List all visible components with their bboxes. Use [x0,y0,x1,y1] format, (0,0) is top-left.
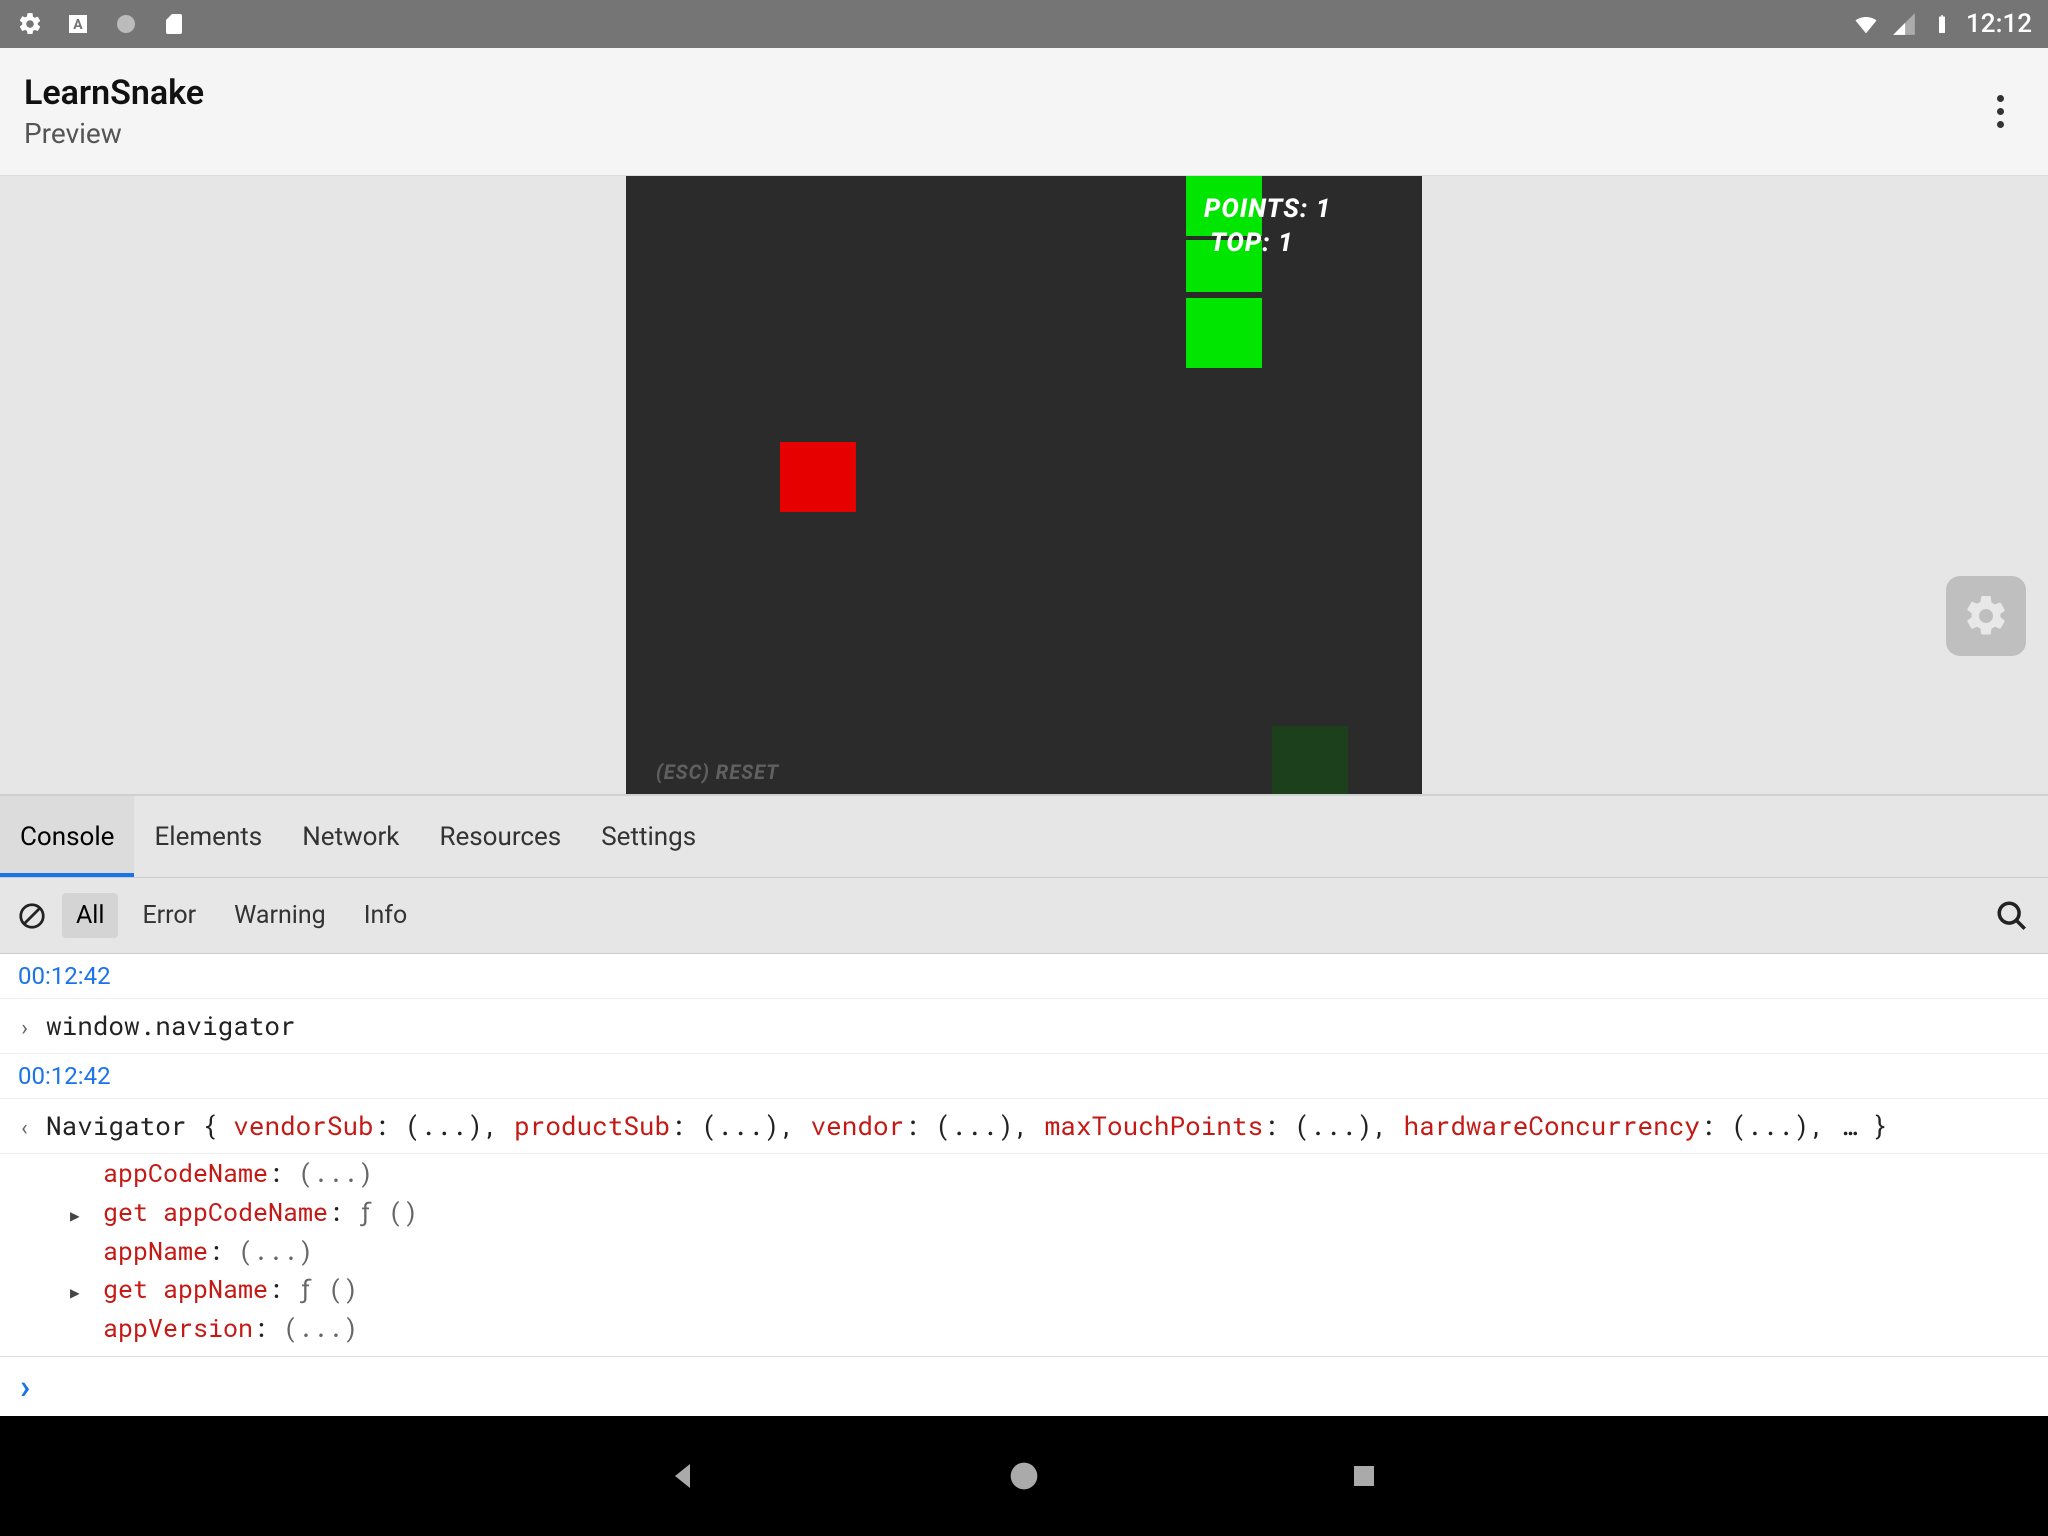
devtools-tabbar: Console Elements Network Resources Setti… [0,794,2048,878]
expand-caret-icon[interactable]: › [18,1012,36,1041]
app-header: LearnSnake Preview [0,48,2048,176]
object-properties[interactable]: appCodeName: (...)▶ get appCodeName: ƒ (… [0,1154,2048,1356]
search-button[interactable] [1988,892,2036,940]
home-button[interactable] [1004,1456,1044,1496]
log-timestamp: 00:12:42 [0,954,2048,999]
faded-block [1272,726,1348,794]
letter-a-icon: A [64,10,92,38]
console-filter-bar: All Error Warning Info [0,878,2048,954]
battery-icon [1928,10,1956,38]
filter-info[interactable]: Info [350,893,422,938]
tab-elements[interactable]: Elements [134,796,282,877]
filter-warning[interactable]: Warning [220,893,340,938]
android-nav-bar [0,1416,2048,1536]
sd-card-icon [160,10,188,38]
filter-all[interactable]: All [62,893,118,938]
tab-network[interactable]: Network [282,796,419,877]
navigator-summary: Navigator { vendorSub: (...), productSub… [46,1109,1887,1143]
points-label: POINTS: 1 [1204,194,1331,224]
reset-hint: (ESC) RESET [656,760,779,784]
wifi-icon [1852,10,1880,38]
tab-settings[interactable]: Settings [581,796,716,877]
app-subtitle: Preview [24,117,204,150]
status-time: 12:12 [1966,9,2032,39]
back-button[interactable] [664,1456,704,1496]
clear-console-button[interactable] [12,896,52,936]
tab-resources[interactable]: Resources [419,796,581,877]
log-output-row[interactable]: ‹ Navigator { vendorSub: (...), productS… [0,1099,2048,1154]
top-label: TOP: 1 [1210,228,1294,258]
log-input-row[interactable]: › window.navigator [0,999,2048,1054]
tab-console[interactable]: Console [0,796,134,877]
game-canvas[interactable]: POINTS: 1 TOP: 1 (ESC) RESET [626,176,1422,794]
signal-icon [1890,10,1918,38]
recents-button[interactable] [1344,1456,1384,1496]
log-timestamp: 00:12:42 [0,1054,2048,1099]
snake-segment [1186,298,1262,368]
filter-error[interactable]: Error [128,893,210,938]
circle-icon [112,10,140,38]
devtools-settings-button[interactable] [1946,576,2026,656]
console-prompt[interactable]: › [0,1356,2048,1416]
svg-text:A: A [73,17,83,33]
app-title: LearnSnake [24,73,204,113]
log-expression: window.navigator [46,1009,296,1043]
overflow-menu-button[interactable] [1976,88,2024,136]
android-status-bar: A 12:12 [0,0,2048,48]
prompt-caret-icon: › [20,1367,30,1407]
gear-icon [16,10,44,38]
console-output[interactable]: 00:12:42 › window.navigator 00:12:42 ‹ N… [0,954,2048,1356]
collapse-caret-icon[interactable]: ‹ [18,1112,36,1141]
food-block [780,442,856,512]
preview-area: POINTS: 1 TOP: 1 (ESC) RESET [0,176,2048,794]
